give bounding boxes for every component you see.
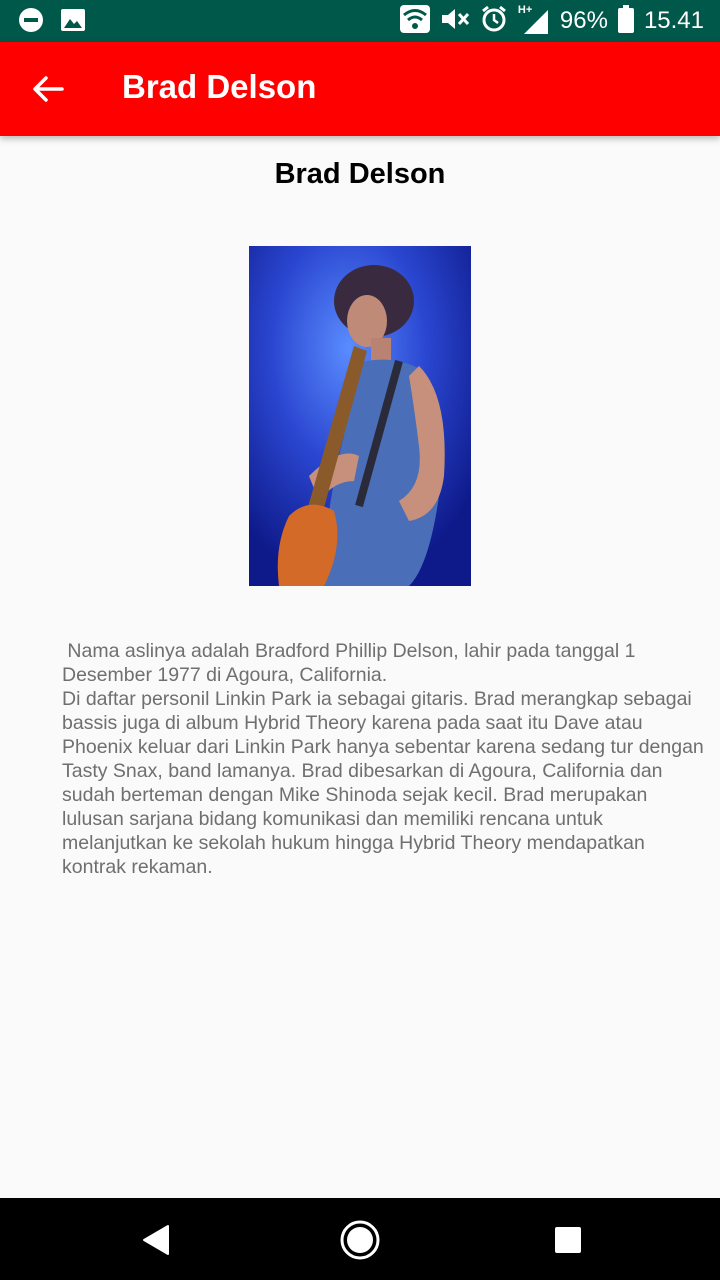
recents-square-icon: [546, 1227, 590, 1266]
arrow-left-icon: [28, 76, 68, 113]
nav-recents-button[interactable]: [546, 1218, 590, 1262]
wifi-icon: [399, 4, 430, 38]
status-right-icons: H+ 96% 15.41: [399, 4, 704, 38]
signal-icon: H+: [518, 4, 550, 36]
do-not-disturb-icon: [18, 7, 44, 38]
home-circle-icon: [338, 1220, 382, 1266]
system-nav-bar: [0, 1198, 720, 1280]
back-button[interactable]: [28, 69, 68, 109]
clock: 15.41: [643, 7, 704, 34]
alarm-icon: [480, 5, 508, 38]
page-title: Brad Delson: [274, 158, 446, 190]
toolbar-title: Brad Delson: [122, 68, 317, 105]
nav-back-button[interactable]: [138, 1218, 182, 1262]
back-triangle-icon: [138, 1225, 182, 1266]
detail-content: Brad Delson Nama aslinya adalah Bradford…: [0, 136, 720, 1198]
guitarist-photo: [249, 246, 471, 586]
app-toolbar: Brad Delson: [0, 42, 720, 136]
image-icon: [60, 7, 86, 38]
bio-text: Nama aslinya adalah Bradford Phillip Del…: [62, 640, 704, 878]
status-bar: H+ 96% 15.41: [0, 0, 720, 42]
battery-percent: 96%: [559, 7, 608, 34]
nav-home-button[interactable]: [338, 1218, 382, 1262]
battery-icon: [617, 4, 634, 38]
mute-icon: [440, 6, 470, 37]
status-left-icons: [18, 7, 86, 38]
